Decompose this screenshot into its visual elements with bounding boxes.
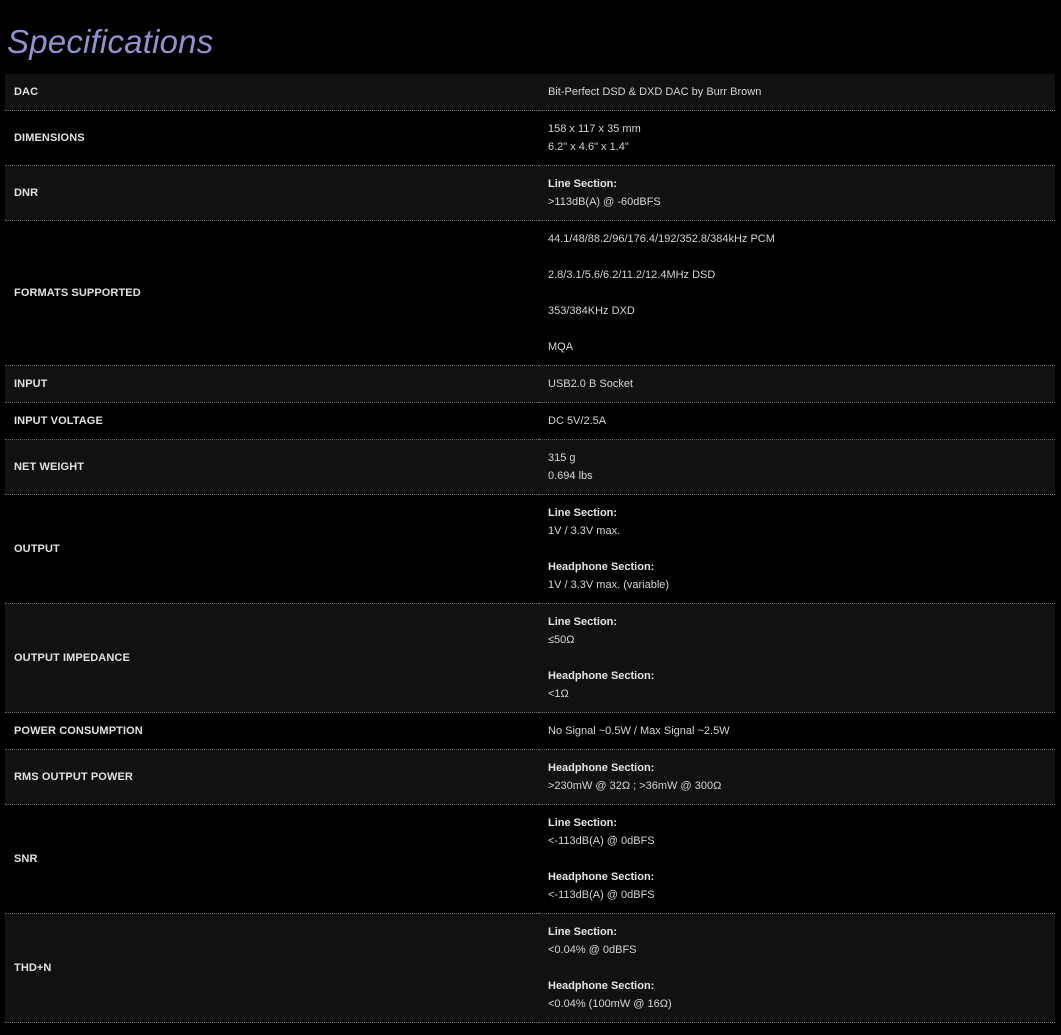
spec-row: OUTPUT Line Section: 1V / 3.3V max. Headpho… bbox=[5, 494, 1055, 604]
spec-label: OUTPUT bbox=[14, 543, 60, 555]
spec-label: INPUT bbox=[14, 378, 48, 390]
spec-value-line: 2.8/3.1/5.6/6.2/11.2/12.4MHz DSD bbox=[548, 269, 716, 281]
spec-value-line: 315 g bbox=[548, 452, 576, 464]
spec-row: THD+N Line Section: <0.04% @ 0dBFS Headphon… bbox=[5, 913, 1055, 1023]
spec-value-line bbox=[548, 320, 1046, 338]
spec-row: POWER CONSUMPTION No Signal ~0.5W / Max S… bbox=[5, 712, 1055, 750]
spec-row: DIMENSIONS 158 x 117 x 35 mm 6.2" x 4.6" x… bbox=[5, 110, 1055, 166]
spec-value-line: 0.694 lbs bbox=[548, 470, 593, 482]
spec-value-line: 353/384KHz DXD bbox=[548, 305, 635, 317]
spec-value: DC 5V/2.5A bbox=[539, 403, 1055, 440]
spec-label: NET WEIGHT bbox=[14, 461, 85, 473]
spec-value-line: 1V / 3.3V max. (variable) bbox=[548, 579, 670, 591]
spec-value-section-heading: Headphone Section: bbox=[548, 561, 655, 573]
specifications-page: Specifications DAC Bit-Perfect DSD & DXD … bbox=[0, 0, 1061, 1035]
spec-value-line bbox=[548, 248, 1046, 266]
spec-value-line bbox=[548, 284, 1046, 302]
spec-value: USB2.0 B Socket bbox=[539, 366, 1055, 403]
spec-value: Headphone Section: >230mW @ 32Ω ; >36mW @… bbox=[539, 750, 1055, 805]
spec-value-section-heading: Line Section: bbox=[548, 817, 618, 829]
spec-value: Bit-Perfect DSD & DXD DAC by Burr Brown bbox=[539, 74, 1055, 111]
spec-value-section-heading: Headphone Section: bbox=[548, 871, 655, 883]
spec-value-section-heading: Line Section: bbox=[548, 178, 618, 190]
spec-value: 315 g 0.694 lbs bbox=[539, 440, 1055, 495]
spec-value-line: <-113dB(A) @ 0dBFS bbox=[548, 835, 655, 847]
spec-label: OUTPUT IMPEDANCE bbox=[14, 652, 130, 664]
spec-value-line: USB2.0 B Socket bbox=[548, 378, 633, 390]
spec-value-line: >230mW @ 32Ω ; >36mW @ 300Ω bbox=[548, 780, 722, 792]
spec-value-line: <0.04% @ 0dBFS bbox=[548, 944, 637, 956]
spec-row: DAC Bit-Perfect DSD & DXD DAC by Burr Bro… bbox=[5, 74, 1055, 111]
spec-row: SNR Line Section: <-113dB(A) @ 0dBFS Headph… bbox=[5, 804, 1055, 914]
spec-value-line: >113dB(A) @ -60dBFS bbox=[548, 196, 661, 208]
spec-label: DIMENSIONS bbox=[14, 132, 85, 144]
spec-value-line: ≤50Ω bbox=[548, 634, 575, 646]
spec-row: OUTPUT IMPEDANCE Line Section: ≤50Ω Headpho… bbox=[5, 603, 1055, 713]
spec-label: POWER CONSUMPTION bbox=[14, 725, 143, 737]
spec-value-line: <-113dB(A) @ 0dBFS bbox=[548, 889, 655, 901]
spec-value-line bbox=[548, 959, 1046, 977]
spec-value-line: 1V / 3.3V max. bbox=[548, 525, 621, 537]
spec-value: Line Section: <0.04% @ 0dBFS Headphone Sec… bbox=[539, 914, 1055, 1023]
spec-value: Line Section: 1V / 3.3V max. Headphone Sec… bbox=[539, 495, 1055, 604]
spec-value-line: DC 5V/2.5A bbox=[548, 415, 607, 427]
spec-row: INPUT VOLTAGE DC 5V/2.5A bbox=[5, 402, 1055, 440]
spec-value-line: 44.1/48/88.2/96/176.4/192/352.8/384kHz P… bbox=[548, 233, 775, 245]
spec-value-section-heading: Line Section: bbox=[548, 926, 618, 938]
spec-value-line: <1Ω bbox=[548, 688, 569, 700]
spec-value-section-heading: Line Section: bbox=[548, 507, 618, 519]
spec-value-section-heading: Line Section: bbox=[548, 616, 618, 628]
spec-value: 44.1/48/88.2/96/176.4/192/352.8/384kHz P… bbox=[539, 221, 1055, 366]
spec-row: DNR Line Section: >113dB(A) @ -60dBFS bbox=[5, 165, 1055, 221]
spec-row: NET WEIGHT 315 g 0.694 lbs bbox=[5, 439, 1055, 495]
spec-value-section-heading: Headphone Section: bbox=[548, 980, 655, 992]
spec-label: INPUT VOLTAGE bbox=[14, 415, 103, 427]
spec-label: THD+N bbox=[14, 962, 52, 974]
spec-value-line bbox=[548, 649, 1046, 667]
specifications-table-body: DAC Bit-Perfect DSD & DXD DAC by Burr Bro… bbox=[5, 74, 1055, 1023]
spec-row: INPUT USB2.0 B Socket bbox=[5, 365, 1055, 403]
spec-row: FORMATS SUPPORTED 44.1/48/88.2/96/176.4/1… bbox=[5, 220, 1055, 366]
spec-value-line: 6.2" x 4.6" x 1.4" bbox=[548, 141, 629, 153]
spec-value: No Signal ~0.5W / Max Signal ~2.5W bbox=[539, 713, 1055, 750]
spec-value: 158 x 117 x 35 mm 6.2" x 4.6" x 1.4" bbox=[539, 111, 1055, 166]
spec-value: Line Section: <-113dB(A) @ 0dBFS Headphone… bbox=[539, 805, 1055, 914]
spec-value-line: 158 x 117 x 35 mm bbox=[548, 123, 641, 135]
spec-value-section-heading: Headphone Section: bbox=[548, 762, 655, 774]
spec-value: Line Section: ≤50Ω Headphone Section: <1Ω bbox=[539, 604, 1055, 713]
spec-value-line: Bit-Perfect DSD & DXD DAC by Burr Brown bbox=[548, 86, 762, 98]
spec-label: RMS OUTPUT POWER bbox=[14, 771, 133, 783]
spec-value-line: <0.04% (100mW @ 16Ω) bbox=[548, 998, 672, 1010]
spec-label: FORMATS SUPPORTED bbox=[14, 287, 141, 299]
spec-label: DNR bbox=[14, 187, 39, 199]
spec-label: SNR bbox=[14, 853, 38, 865]
spec-row: RMS OUTPUT POWER Headphone Section: >230mW… bbox=[5, 749, 1055, 805]
spec-value-line bbox=[548, 850, 1046, 868]
spec-value-section-heading: Headphone Section: bbox=[548, 670, 655, 682]
spec-value: Line Section: >113dB(A) @ -60dBFS bbox=[539, 166, 1055, 221]
spec-label: DAC bbox=[14, 86, 39, 98]
spec-value-line bbox=[548, 540, 1046, 558]
spec-value-line: No Signal ~0.5W / Max Signal ~2.5W bbox=[548, 725, 730, 737]
spec-value-line: MQA bbox=[548, 341, 574, 353]
specifications-table: DAC Bit-Perfect DSD & DXD DAC by Burr Bro… bbox=[5, 74, 1055, 1023]
page-title: Specifications bbox=[7, 23, 214, 60]
